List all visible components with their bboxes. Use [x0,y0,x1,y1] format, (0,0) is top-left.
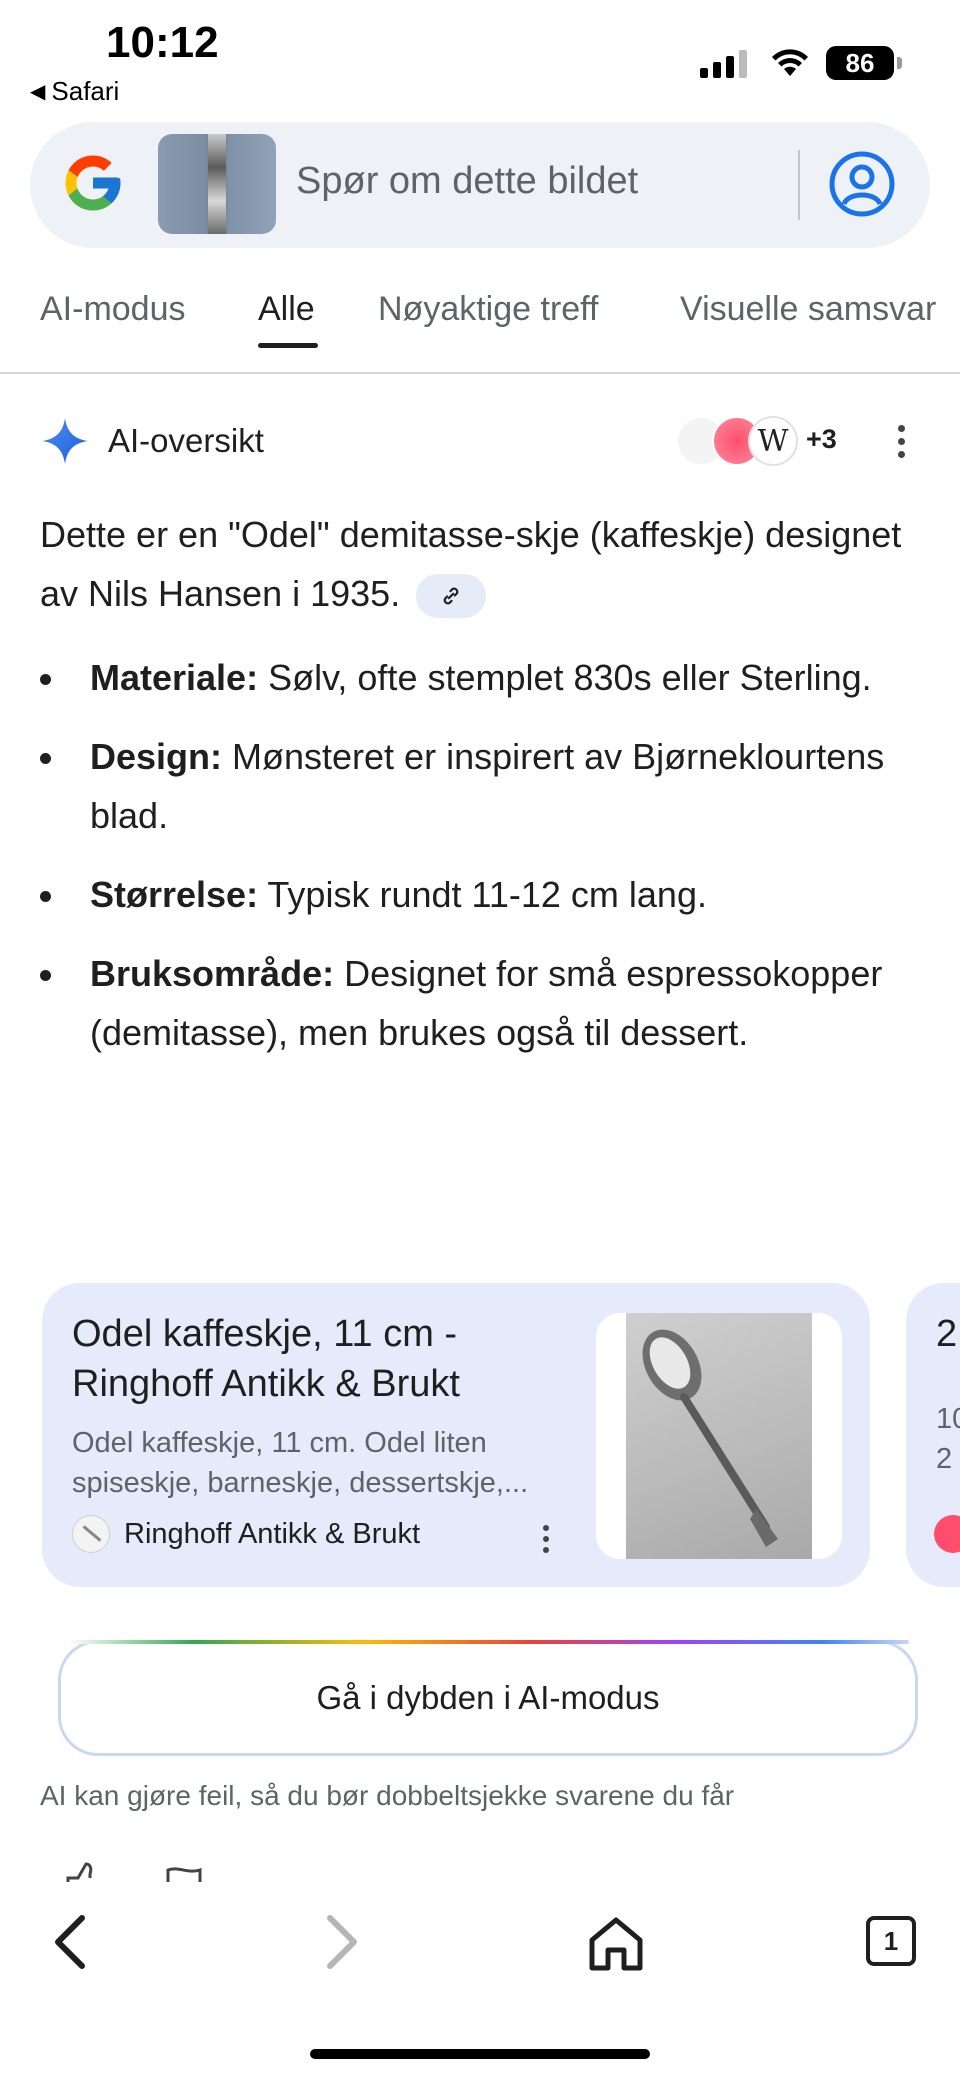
source-count[interactable]: +3 [806,424,837,455]
ai-sparkle-icon [42,418,88,464]
wifi-icon [772,49,808,76]
list-item: Størrelse: Typisk rundt 11-12 cm lang. [40,865,920,924]
status-bar: 10:12 ◀ Safari 86 [0,0,960,110]
tabs-count-button[interactable]: 1 [866,1916,916,1966]
google-logo-icon[interactable] [60,150,126,216]
battery-level: 86 [845,47,875,78]
flag-icon [166,1867,202,1882]
tab-visuelle-samsvar[interactable]: Visuelle samsvar [680,290,936,329]
search-divider [798,150,800,220]
spoon-icon [642,1329,778,1547]
bullet-text: Sølv, ofte stemplet 830s eller Sterling. [258,657,872,698]
search-input[interactable]: Spør om dette bildet [296,160,638,203]
peek-card-title: 2 [936,1313,958,1355]
search-tabs: AI-modus Alle Nøyaktige treff Visuelle s… [0,280,960,374]
back-to-safari[interactable]: ◀ Safari [30,76,119,107]
home-icon[interactable] [586,1916,646,1972]
spoon-photo [626,1313,812,1559]
source-card-title[interactable]: Odel kaffeskje, 11 cm - Ringhoff Antikk … [72,1309,592,1409]
bullet-term: Bruksområde: [90,953,335,994]
account-avatar-icon[interactable] [828,150,896,218]
ai-overview-header: AI-oversikt W +3 [40,410,920,470]
peek-site-favicon-icon [934,1515,960,1553]
peek-snippet-line: 2 [936,1443,953,1475]
ai-mode-button[interactable]: Gå i dybden i AI-modus [58,1640,918,1756]
peek-snippet-line: 10 [936,1403,960,1435]
citation-link-chip[interactable] [416,574,487,619]
bullet-text: Typisk rundt 11-12 cm lang. [258,874,707,915]
bullet-term: Design: [90,736,223,777]
back-triangle-icon: ◀ [30,81,46,103]
source-card-image[interactable] [596,1313,842,1559]
battery-indicator: 86 [826,46,902,80]
browser-bottom-nav: 1 [0,1882,960,2078]
tab-noyaktige-treff[interactable]: Nøyaktige treff [378,290,598,329]
source-card-site-name: Ringhoff Antikk & Brukt [124,1517,421,1550]
forward-arrow-icon[interactable] [320,1912,364,1972]
ai-disclaimer: AI kan gjøre feil, så du bør dobbeltsjek… [40,1780,735,1811]
ai-overview-title: AI-oversikt [108,422,264,459]
ai-mode-button-label: Gå i dybden i AI-modus [316,1679,660,1716]
feedback-icons [60,1860,220,1882]
tab-alle[interactable]: Alle [258,290,315,329]
bullet-term: Størrelse: [90,874,259,915]
ai-overview-intro: Dette er en "Odel" demitasse-skje (kaffe… [40,505,920,623]
source-card-site: Ringhoff Antikk & Brukt [72,1515,420,1553]
ai-overview-bullets: Materiale: Sølv, ofte stemplet 830s elle… [40,648,920,1082]
bullet-term: Materiale: [90,657,259,698]
query-image-thumbnail[interactable] [158,134,276,234]
list-item: Materiale: Sølv, ofte stemplet 830s elle… [40,648,920,707]
cellular-signal-icon [700,50,747,78]
back-arrow-icon[interactable] [48,1912,92,1972]
source-card-snippet: Odel kaffeskje, 11 cm. Odel liten spises… [72,1427,529,1499]
next-source-card-peek[interactable]: 2 10 2 [906,1283,960,1587]
link-icon [443,588,459,605]
status-time: 10:12 [106,18,219,67]
wikipedia-icon: W [748,416,798,466]
tabs-count: 1 [883,1925,899,1956]
list-item: Bruksområde: Designet for små espressoko… [40,944,920,1062]
active-tab-indicator [258,343,318,348]
source-card[interactable]: Odel kaffeskje, 11 cm - Ringhoff Antikk … [42,1283,870,1587]
site-favicon-icon [72,1515,110,1553]
peek-card-snippet: 10 2 [936,1399,960,1479]
home-indicator [310,2049,650,2059]
list-item: Design: Mønsteret er inspirert av Bjørne… [40,727,920,845]
card-more-options-icon[interactable] [536,1519,556,1559]
search-bar[interactable]: Spør om dette bildet [30,122,930,248]
thumbs-up-icon [66,1862,93,1882]
more-options-icon[interactable] [886,416,916,466]
tab-ai-modus[interactable]: AI-modus [40,290,186,329]
back-app-label: Safari [51,76,120,106]
